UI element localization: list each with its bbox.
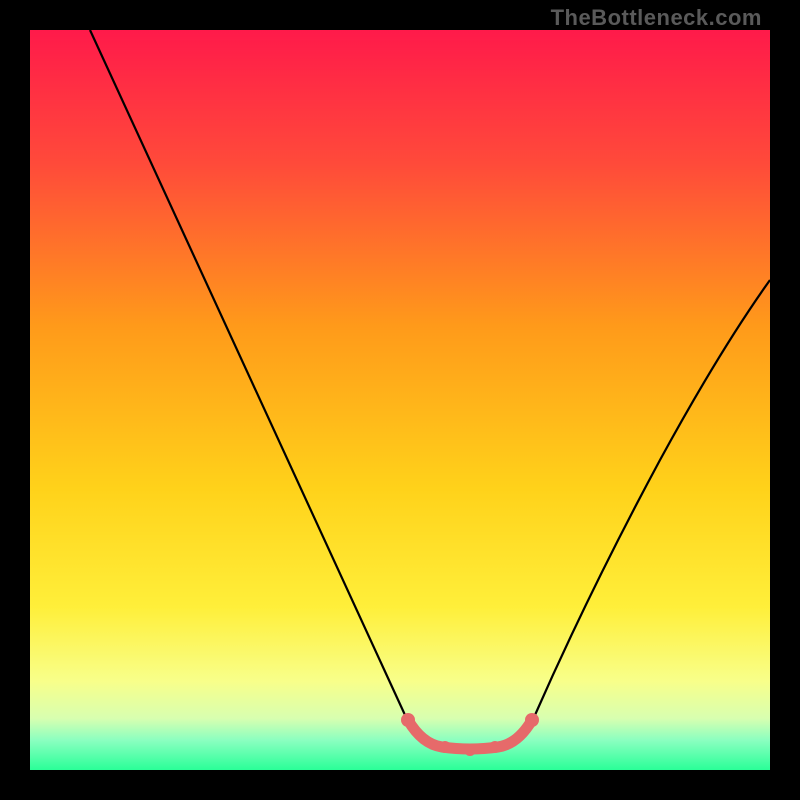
optimal-marker-right xyxy=(525,713,539,727)
bottleneck-curve xyxy=(30,30,770,770)
curve-right-branch xyxy=(535,280,770,715)
optimal-marker-left xyxy=(401,713,415,727)
optimal-marker-mid-1 xyxy=(439,741,451,753)
optimal-marker-mid-2 xyxy=(464,744,476,756)
chart-plot-area xyxy=(30,30,770,770)
watermark-text: TheBottleneck.com xyxy=(551,5,762,31)
optimal-marker-mid-3 xyxy=(489,741,501,753)
curve-left-branch xyxy=(90,30,405,715)
